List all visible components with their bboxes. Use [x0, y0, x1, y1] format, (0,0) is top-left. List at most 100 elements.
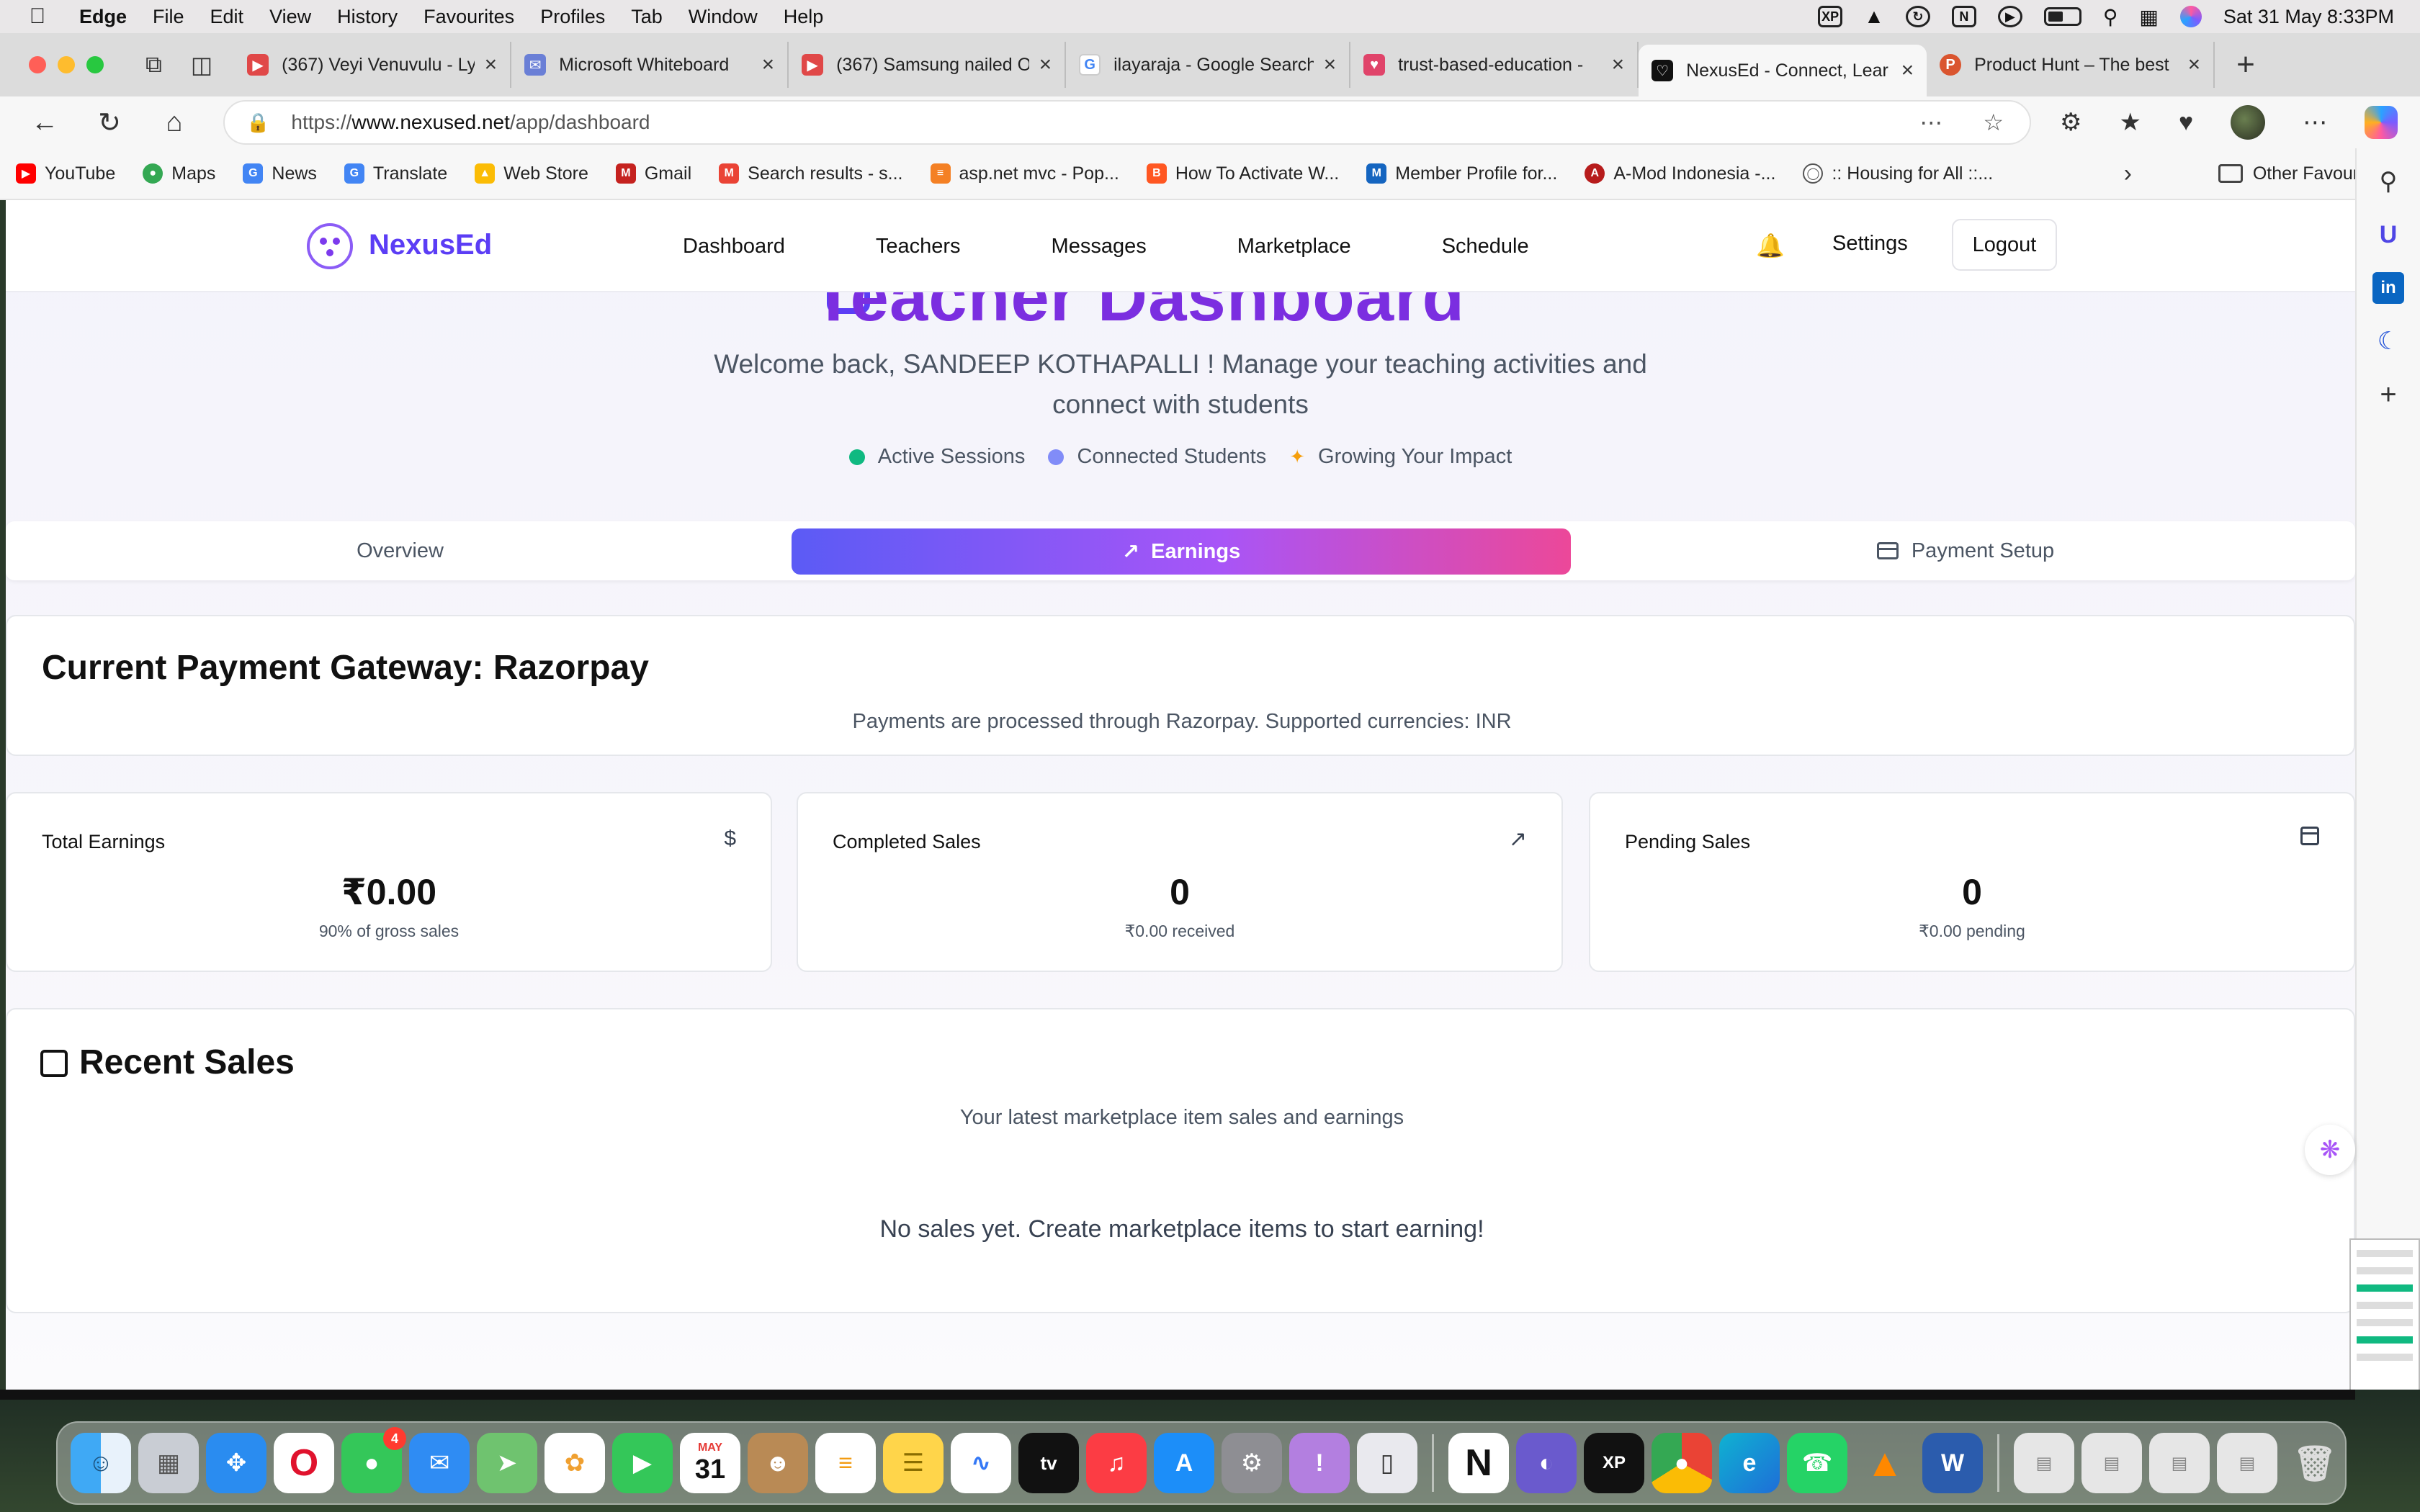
xppen-status-icon[interactable]: XP: [1818, 6, 1843, 27]
menu-file[interactable]: File: [153, 6, 184, 28]
browser-tab[interactable]: ✉ Microsoft Whiteboard ×: [511, 42, 789, 88]
nav-teachers[interactable]: Teachers: [876, 235, 961, 258]
close-tab-icon[interactable]: ×: [1324, 53, 1337, 77]
mail-icon[interactable]: ✉: [409, 1433, 470, 1493]
bookmark-item[interactable]: ≡ asp.net mvc - Pop...: [930, 163, 1119, 184]
chrome-icon[interactable]: ●: [1652, 1433, 1712, 1493]
menu-tab[interactable]: Tab: [631, 6, 663, 28]
contacts-icon[interactable]: ☻: [748, 1433, 808, 1493]
bookmark-item[interactable]: A A-Mod Indonesia -...: [1585, 163, 1775, 184]
browser-tab[interactable]: ▶ (367) Veyi Venuvulu - Lyr ×: [234, 42, 512, 88]
app-store-icon[interactable]: A: [1154, 1433, 1214, 1493]
facetime-icon[interactable]: ▶: [612, 1433, 673, 1493]
browser-tab[interactable]: ▶ (367) Samsung nailed On ×: [789, 42, 1067, 88]
menu-history[interactable]: History: [337, 6, 398, 28]
nav-schedule[interactable]: Schedule: [1442, 235, 1529, 258]
logout-button[interactable]: Logout: [1952, 219, 2057, 271]
recent-document-icon[interactable]: ▤: [2217, 1433, 2277, 1493]
system-settings-gear-icon[interactable]: ⚙: [1222, 1433, 1282, 1493]
recent-document-icon[interactable]: ▤: [2149, 1433, 2210, 1493]
vlc-icon[interactable]: ▲: [1855, 1433, 1915, 1493]
freeform-icon[interactable]: ∿: [951, 1433, 1011, 1493]
u-extension-icon[interactable]: U: [2372, 219, 2404, 251]
refresh-icon[interactable]: ↻: [89, 107, 130, 139]
menu-favourites[interactable]: Favourites: [424, 6, 514, 28]
feedback-icon[interactable]: !: [1289, 1433, 1350, 1493]
reading-mode-icon[interactable]: ⋯: [1919, 109, 1942, 136]
minimize-window-button[interactable]: [58, 56, 75, 73]
close-tab-icon[interactable]: ×: [1039, 53, 1052, 77]
notion-status-icon[interactable]: N: [1951, 6, 1976, 27]
close-tab-icon[interactable]: ×: [2188, 53, 2201, 77]
notion-icon[interactable]: N: [1448, 1433, 1509, 1493]
iphone-mirroring-icon[interactable]: ▯: [1357, 1433, 1417, 1493]
ai-assistant-brain-icon[interactable]: ❋: [2305, 1125, 2355, 1175]
close-tab-icon[interactable]: ×: [485, 53, 498, 77]
browser-essentials-icon[interactable]: ♥: [2179, 109, 2193, 137]
home-icon[interactable]: ⌂: [154, 107, 194, 138]
nav-marketplace[interactable]: Marketplace: [1237, 235, 1351, 258]
vlc-status-icon[interactable]: ▲: [1864, 5, 1884, 28]
close-tab-icon[interactable]: ×: [762, 53, 775, 77]
recent-document-icon[interactable]: ▤: [2081, 1433, 2142, 1493]
photos-icon[interactable]: ✿: [544, 1433, 605, 1493]
reminders-icon[interactable]: ≡: [815, 1433, 876, 1493]
apple-menu-icon[interactable]: : [16, 4, 59, 29]
zoom-window-button[interactable]: [86, 56, 104, 73]
bookmark-item[interactable]: M Gmail: [615, 163, 691, 184]
browser-tab[interactable]: ♥ trust-based-education - ×: [1350, 42, 1639, 88]
close-tab-icon[interactable]: ×: [1612, 53, 1625, 77]
whatsapp-icon[interactable]: ☎: [1787, 1433, 1847, 1493]
menu-help[interactable]: Help: [784, 6, 824, 28]
bookmark-item[interactable]: G Translate: [344, 163, 447, 184]
close-tab-icon[interactable]: ×: [1901, 58, 1914, 83]
nav-messages[interactable]: Messages: [1052, 235, 1147, 258]
xppen-icon[interactable]: XP: [1584, 1433, 1644, 1493]
vertical-tabs-icon[interactable]: ◫: [191, 51, 212, 78]
extensions-icon[interactable]: ⚙: [2060, 108, 2081, 137]
bookmark-item[interactable]: ● Maps: [143, 163, 215, 184]
launchpad-icon[interactable]: ▦: [138, 1433, 199, 1493]
tab-overview[interactable]: Overview: [6, 521, 794, 580]
sync-status-icon[interactable]: ↻: [1905, 6, 1930, 27]
bookmark-item[interactable]: M Member Profile for...: [1366, 163, 1557, 184]
bookmark-item[interactable]: M Search results - s...: [719, 163, 903, 184]
bookmark-item[interactable]: ▶ YouTube: [16, 163, 115, 184]
profile-avatar[interactable]: [2231, 105, 2266, 140]
menu-view[interactable]: View: [269, 6, 311, 28]
siri-icon[interactable]: [2179, 6, 2202, 27]
new-tab-icon[interactable]: +: [2236, 47, 2255, 83]
battery-icon[interactable]: [2043, 7, 2081, 26]
address-url[interactable]: https://www.nexused.net/app/dashboard: [291, 111, 650, 134]
chevron-right-icon[interactable]: ›: [2124, 160, 2132, 188]
site-info-lock-icon[interactable]: 🔒: [246, 112, 269, 134]
workspaces-icon[interactable]: ⧉: [145, 51, 162, 78]
recent-document-icon[interactable]: ▤: [2014, 1433, 2074, 1493]
edge-icon[interactable]: e: [1719, 1433, 1780, 1493]
linkedin-icon[interactable]: in: [2372, 272, 2404, 304]
settings-link[interactable]: Settings: [1832, 232, 1908, 256]
moon-extension-icon[interactable]: ☾: [2372, 325, 2404, 357]
browser-tab-active[interactable]: ♡ NexusEd - Connect, Lear ×: [1639, 45, 1927, 96]
add-sidebar-app-icon[interactable]: +: [2372, 379, 2404, 410]
maps-icon[interactable]: ➤: [477, 1433, 537, 1493]
bookmark-item[interactable]: ▲ Web Store: [475, 163, 588, 184]
menu-edit[interactable]: Edit: [210, 6, 244, 28]
close-window-button[interactable]: [29, 56, 46, 73]
control-center-icon[interactable]: ▦: [2139, 5, 2158, 29]
menu-app-name[interactable]: Edge: [79, 6, 127, 28]
browser-tab[interactable]: P Product Hunt – The best ×: [1927, 42, 2215, 88]
favourite-star-icon[interactable]: ☆: [1983, 109, 2004, 136]
tab-earnings[interactable]: ↗ Earnings: [792, 528, 1571, 575]
calendar-app-icon[interactable]: MAY 31: [680, 1433, 740, 1493]
back-arrow-icon[interactable]: ←: [24, 107, 65, 138]
brand-name[interactable]: NexusEd: [369, 229, 492, 261]
opera-icon[interactable]: O: [274, 1433, 334, 1493]
safari-compass-icon[interactable]: ✥: [206, 1433, 266, 1493]
apple-tv-icon[interactable]: tv: [1018, 1433, 1079, 1493]
more-menu-icon[interactable]: ⋯: [2303, 108, 2327, 137]
address-bar[interactable]: 🔒 https://www.nexused.net/app/dashboard …: [223, 100, 2031, 145]
copilot-icon[interactable]: [2365, 106, 2398, 139]
menubar-clock[interactable]: Sat 31 May 8:33PM: [2223, 6, 2394, 28]
browser-tab[interactable]: G ilayaraja - Google Search ×: [1066, 42, 1351, 88]
